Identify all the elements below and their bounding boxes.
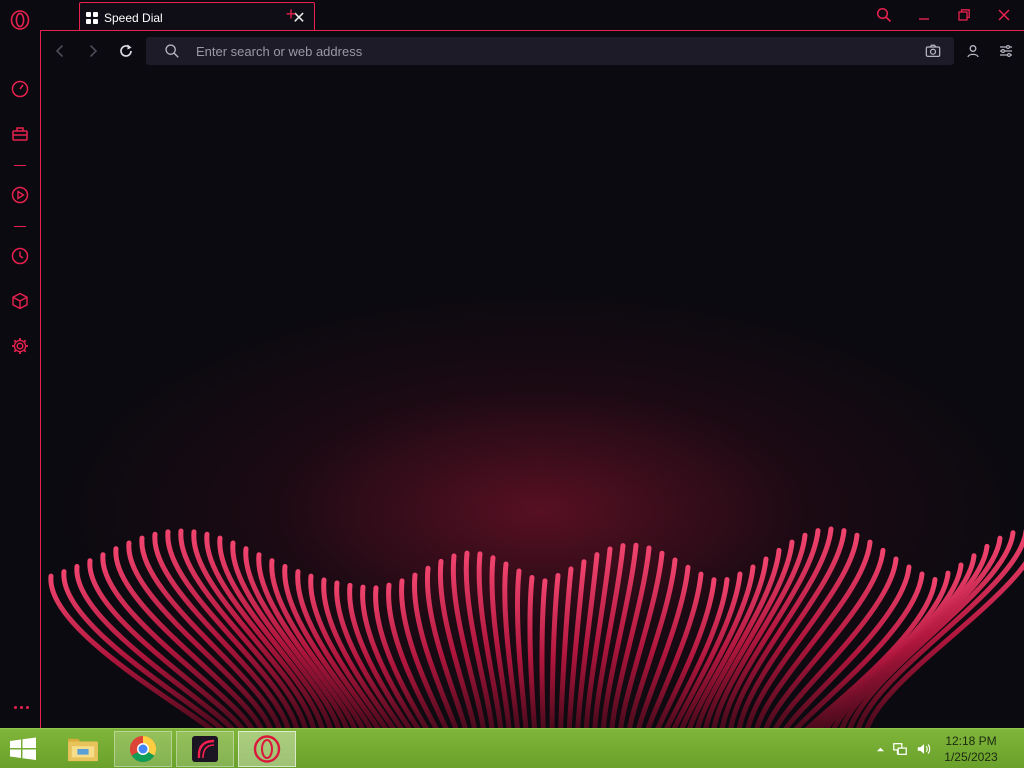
forward-arrow-icon[interactable]: [81, 39, 105, 63]
speed-dial-grid-icon: [86, 11, 98, 24]
show-hidden-icons-icon[interactable]: [872, 745, 888, 754]
sidebar: [0, 0, 40, 728]
wave-ribbon: [515, 568, 529, 728]
chrome-icon[interactable]: [114, 731, 172, 767]
volume-icon[interactable]: [912, 741, 936, 757]
speedometer-icon[interactable]: [8, 77, 32, 101]
tab-strip: Speed Dial ✕ +: [40, 0, 1024, 32]
opera-icon[interactable]: [238, 731, 296, 767]
wallpaper-wave: [48, 526, 1024, 728]
windows-taskbar: 12:18 PM 1/25/2023: [0, 728, 1024, 768]
network-icon[interactable]: [888, 741, 912, 757]
desktop-screen: Speed Dial ✕ + Enter search or web addre…: [0, 0, 1024, 768]
gear-settings-icon[interactable]: [8, 334, 32, 358]
search-tabs-icon[interactable]: [872, 4, 896, 26]
account-person-icon[interactable]: [961, 39, 985, 63]
close-icon[interactable]: [992, 4, 1016, 26]
camera-snapshot-icon[interactable]: [922, 40, 944, 62]
wave-ribbon: [527, 574, 537, 728]
more-dots-icon[interactable]: [10, 700, 32, 714]
search-icon: [164, 42, 182, 60]
new-tab-button[interactable]: +: [281, 4, 301, 24]
wave-ribbon: [549, 572, 561, 728]
wave-ribbon: [539, 578, 548, 728]
browser-window: Speed Dial ✕ +: [0, 0, 1024, 728]
file-explorer-icon[interactable]: [54, 731, 112, 767]
tab-title: Speed Dial: [104, 10, 163, 25]
sidebar-divider: [14, 226, 26, 227]
sidebar-divider: [14, 165, 26, 166]
tab-speed-dial[interactable]: Speed Dial ✕: [79, 2, 315, 32]
video-player-icon[interactable]: [8, 183, 32, 207]
search-input[interactable]: [196, 43, 922, 59]
easy-setup-icon[interactable]: [994, 39, 1018, 63]
system-tray: [872, 729, 936, 768]
minimize-icon[interactable]: [912, 4, 936, 26]
briefcase-icon[interactable]: [8, 122, 32, 146]
back-arrow-icon[interactable]: [48, 39, 72, 63]
navigation-toolbar: [41, 31, 1024, 71]
history-clock-icon[interactable]: [8, 244, 32, 268]
address-bar[interactable]: [146, 37, 954, 65]
opera-logo-icon[interactable]: [8, 8, 32, 32]
taskbar-clock[interactable]: 12:18 PM 1/25/2023: [936, 733, 1006, 765]
clock-time: 12:18 PM: [945, 734, 997, 748]
cube-extensions-icon[interactable]: [8, 289, 32, 313]
speed-dial-page: [40, 30, 1024, 728]
clock-date: 1/25/2023: [944, 750, 998, 764]
windows-start-icon[interactable]: [8, 737, 38, 761]
restore-icon[interactable]: [952, 4, 976, 26]
opera-gx-icon[interactable]: [176, 731, 234, 767]
reload-icon[interactable]: [114, 39, 138, 63]
